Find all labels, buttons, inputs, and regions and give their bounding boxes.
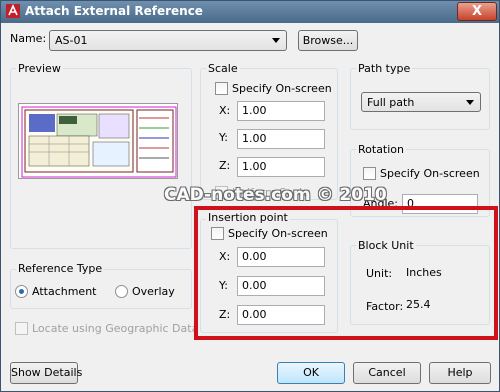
scale-y-input[interactable]: 1.00 bbox=[237, 129, 325, 149]
browse-button[interactable]: Browse... bbox=[298, 30, 358, 51]
name-label: Name: bbox=[10, 32, 47, 45]
ok-button[interactable]: OK bbox=[277, 362, 345, 384]
geographic-data-checkbox[interactable] bbox=[15, 322, 28, 335]
scale-title: Scale bbox=[206, 62, 240, 75]
attachment-label: Attachment bbox=[32, 285, 97, 298]
scale-y-label: Y: bbox=[219, 131, 228, 144]
highlight-frame bbox=[194, 206, 498, 340]
scale-specify-checkbox[interactable] bbox=[215, 82, 228, 95]
scale-x-label: X: bbox=[219, 104, 231, 117]
scale-z-label: Z: bbox=[219, 159, 231, 172]
name-dropdown[interactable]: AS-01 bbox=[49, 30, 287, 51]
drawing-thumbnail bbox=[21, 106, 177, 178]
watermark: CAD-notes.com © 2010 bbox=[164, 185, 387, 205]
scale-z-input[interactable]: 1.00 bbox=[237, 157, 325, 177]
geographic-data-label: Locate using Geographic Data bbox=[32, 322, 199, 335]
title-bar: Attach External Reference X bbox=[1, 1, 499, 23]
scale-x-input[interactable]: 1.00 bbox=[237, 101, 325, 121]
attachment-radio[interactable] bbox=[15, 285, 28, 298]
rotation-specify-checkbox[interactable] bbox=[363, 167, 376, 180]
rotation-title: Rotation bbox=[356, 143, 407, 156]
path-type-dropdown[interactable]: Full path bbox=[361, 92, 481, 112]
path-type-title: Path type bbox=[356, 62, 413, 75]
rotation-specify-label: Specify On-screen bbox=[380, 167, 480, 180]
window-title: Attach External Reference bbox=[25, 4, 203, 18]
drawing-preview bbox=[18, 103, 178, 179]
preview-title: Preview bbox=[16, 62, 63, 75]
close-button[interactable]: X bbox=[457, 2, 497, 21]
cancel-button[interactable]: Cancel bbox=[353, 362, 421, 384]
attach-xref-dialog: Attach External Reference X Name: AS-01 … bbox=[0, 0, 500, 392]
overlay-radio[interactable] bbox=[115, 285, 128, 298]
overlay-label: Overlay bbox=[132, 285, 175, 298]
name-value: AS-01 bbox=[55, 34, 88, 47]
chevron-down-icon bbox=[466, 100, 474, 105]
help-button[interactable]: Help bbox=[429, 362, 491, 384]
reference-type-title: Reference Type bbox=[16, 262, 105, 275]
chevron-down-icon bbox=[272, 38, 280, 43]
show-details-button[interactable]: Show Details bbox=[10, 362, 82, 384]
path-type-value: Full path bbox=[367, 96, 415, 109]
scale-specify-label: Specify On-screen bbox=[232, 82, 332, 95]
autocad-app-icon bbox=[6, 4, 20, 18]
